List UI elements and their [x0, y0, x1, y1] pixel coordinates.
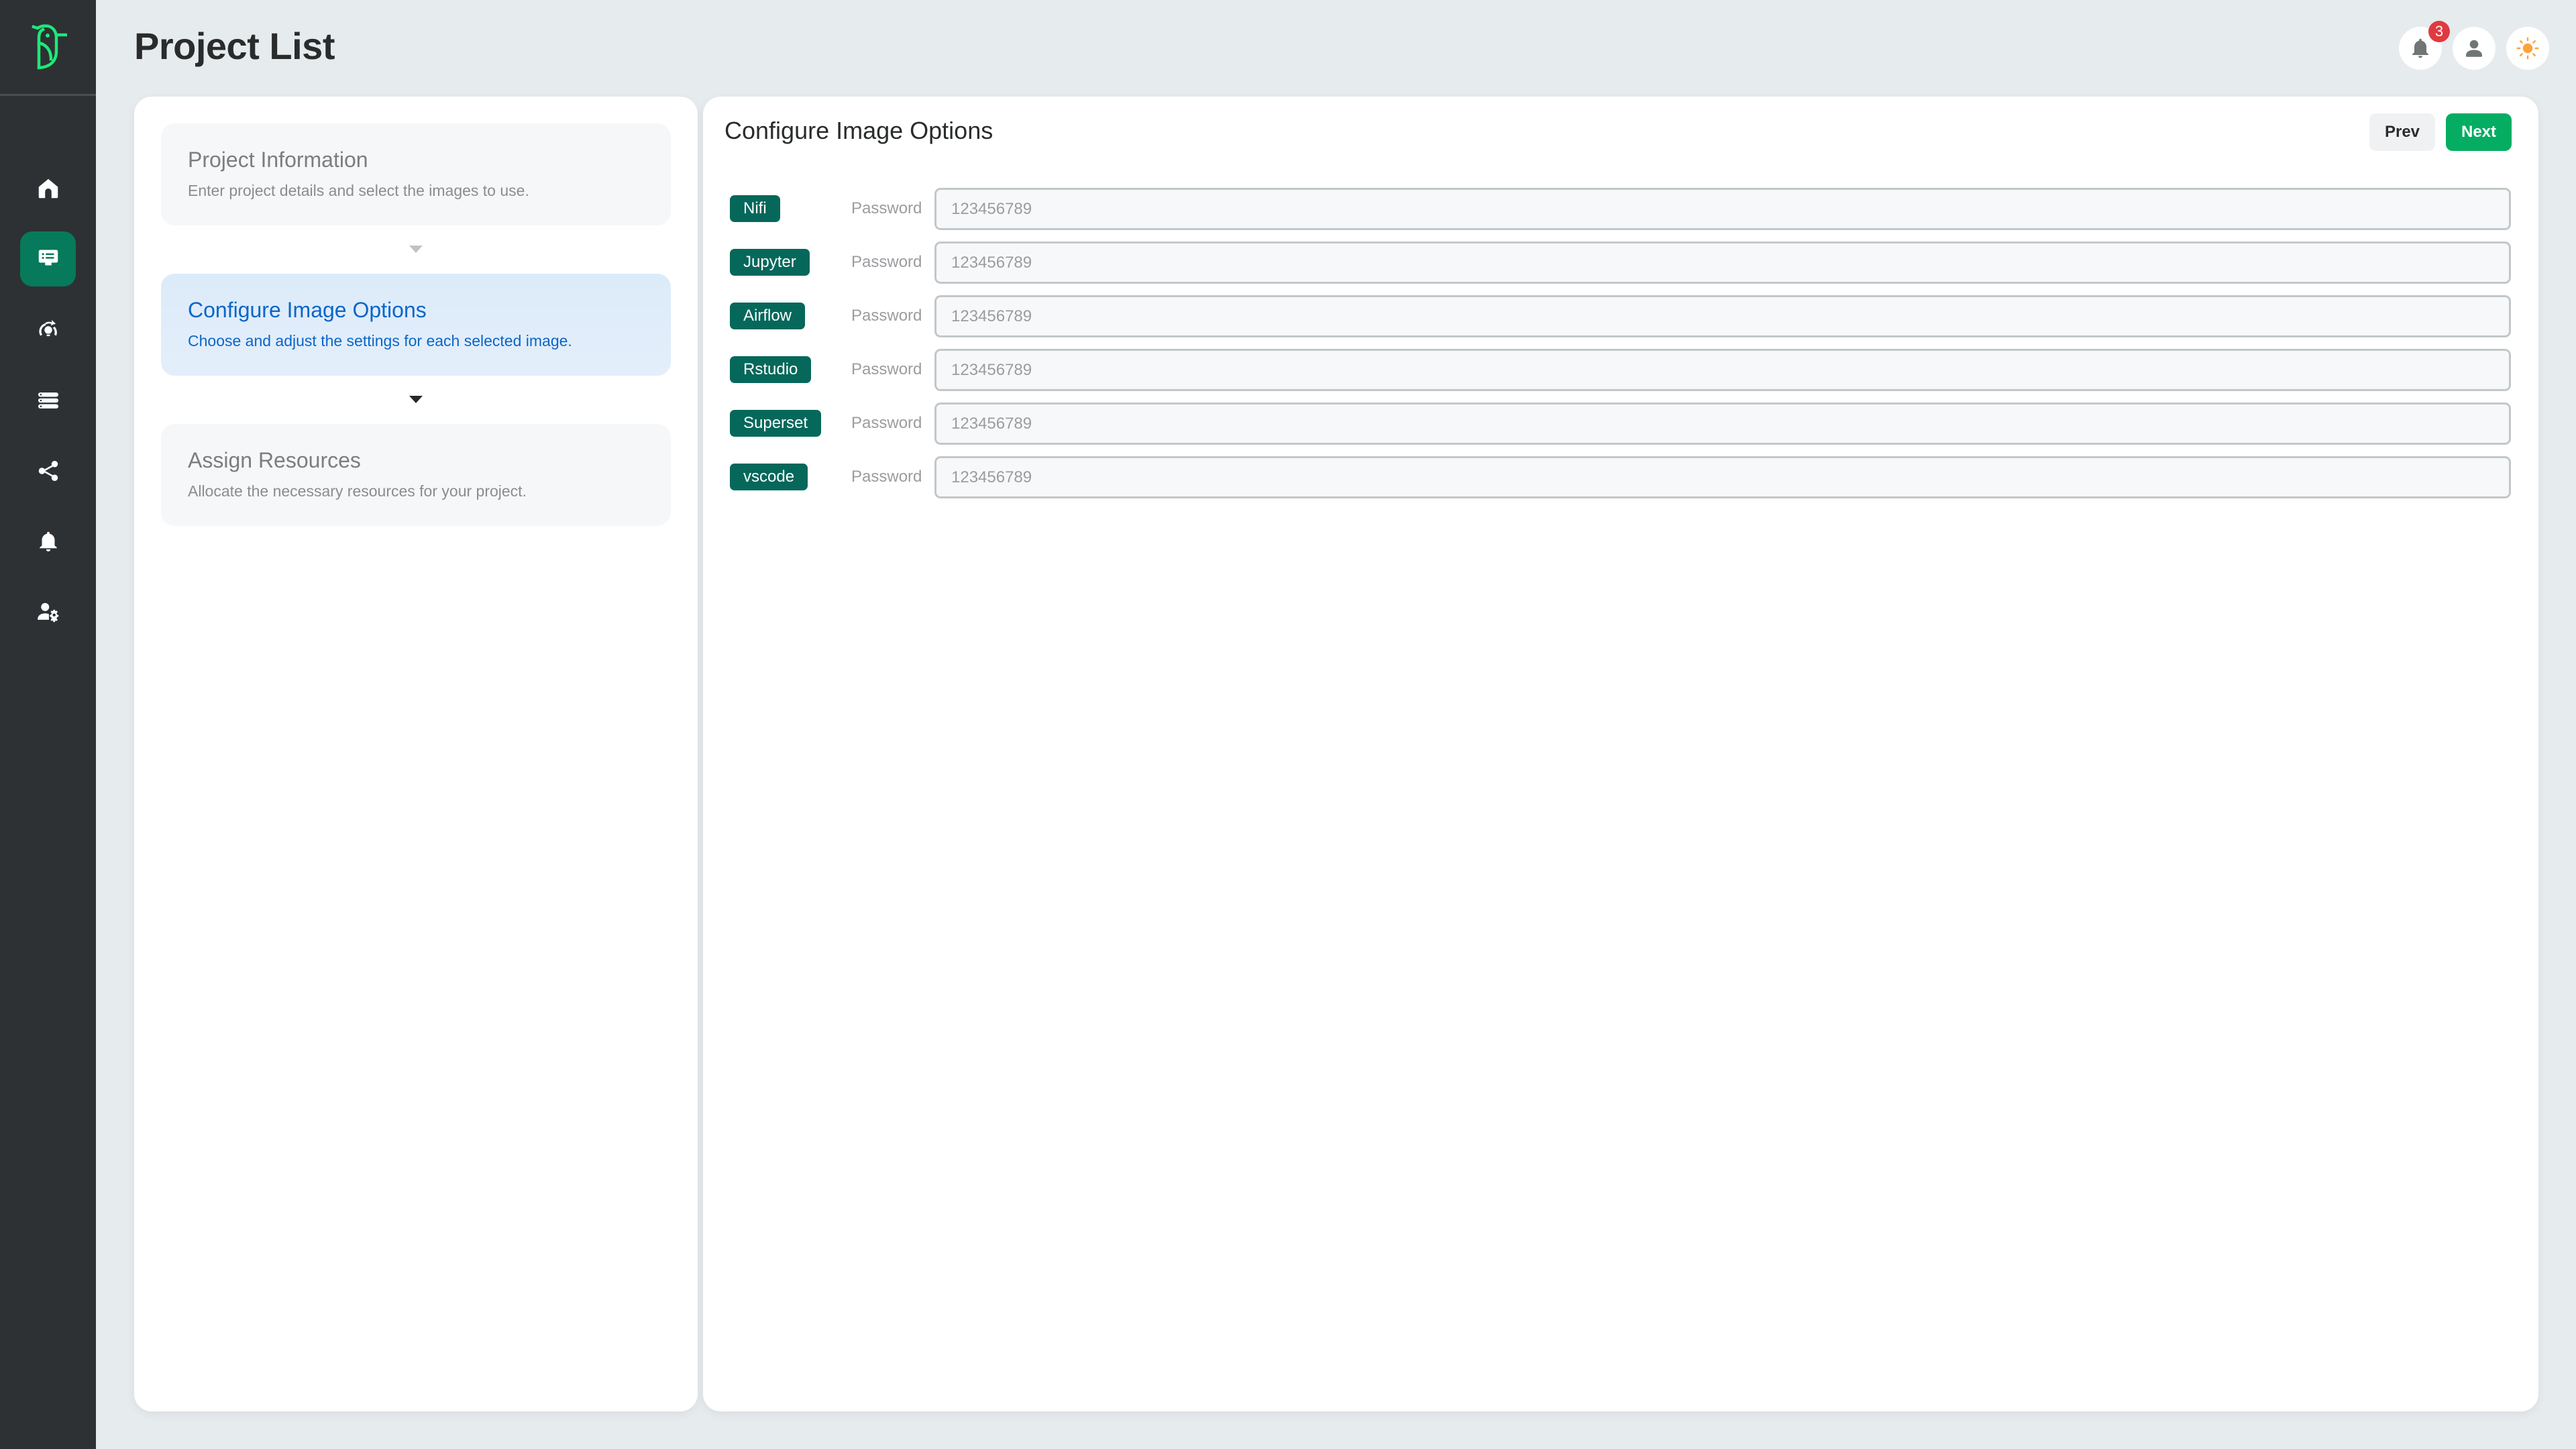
- sidebar-item-notifications[interactable]: [20, 514, 76, 569]
- step-configure-image-options[interactable]: Configure Image Options Choose and adjus…: [161, 274, 671, 376]
- project-list-icon: [38, 250, 58, 266]
- notification-count-badge: 3: [2428, 21, 2450, 42]
- password-input[interactable]: [934, 456, 2511, 498]
- image-tag: Rstudio: [730, 356, 812, 383]
- step-arrow-down-icon: [409, 396, 423, 403]
- sidebar-item-share[interactable]: [20, 443, 76, 498]
- image-option-row: Jupyter Password: [730, 241, 2511, 284]
- password-label: Password: [851, 414, 922, 432]
- sidebar-item-user-settings[interactable]: [20, 584, 76, 639]
- bell-icon: [39, 531, 57, 552]
- prev-button[interactable]: Prev: [2369, 113, 2435, 151]
- page-title: Project List: [134, 25, 335, 67]
- sidebar-item-innovation[interactable]: [20, 302, 76, 357]
- password-input[interactable]: [934, 349, 2511, 391]
- image-tag: Airflow: [730, 303, 806, 329]
- logo-area: [0, 0, 96, 96]
- image-tag: Superset: [730, 410, 822, 437]
- sidebar-item-projects[interactable]: [20, 231, 76, 286]
- password-input[interactable]: [934, 402, 2511, 445]
- step-assign-resources[interactable]: Assign Resources Allocate the necessary …: [161, 424, 671, 526]
- user-profile-button[interactable]: [2453, 27, 2496, 70]
- step-description: Choose and adjust the settings for each …: [188, 332, 572, 350]
- sidebar: [0, 0, 96, 1449]
- sun-icon: [2516, 37, 2539, 60]
- configure-panel: Configure Image Options Prev Next Nifi P…: [703, 97, 2538, 1411]
- step-title: Project Information: [188, 148, 368, 172]
- step-description: Enter project details and select the ima…: [188, 182, 529, 199]
- user-icon: [2466, 40, 2482, 57]
- step-project-information[interactable]: Project Information Enter project detail…: [161, 123, 671, 225]
- image-option-row: Airflow Password: [730, 295, 2511, 337]
- image-tag: Jupyter: [730, 249, 810, 276]
- image-tag: Nifi: [730, 195, 780, 222]
- password-label: Password: [851, 199, 922, 217]
- password-label: Password: [851, 360, 922, 378]
- password-input[interactable]: [934, 241, 2511, 284]
- sidebar-item-home[interactable]: [20, 161, 76, 216]
- share-icon: [38, 460, 58, 482]
- step-title: Configure Image Options: [188, 298, 427, 322]
- password-label: Password: [851, 253, 922, 271]
- password-input[interactable]: [934, 188, 2511, 230]
- password-label: Password: [851, 468, 922, 486]
- sidebar-item-servers[interactable]: [20, 373, 76, 428]
- section-title: Configure Image Options: [724, 117, 994, 144]
- image-option-row: Superset Password: [730, 402, 2511, 445]
- next-button[interactable]: Next: [2446, 113, 2512, 151]
- step-description: Allocate the necessary resources for you…: [188, 482, 527, 500]
- step-title: Assign Resources: [188, 448, 361, 472]
- image-option-row: Rstudio Password: [730, 349, 2511, 391]
- bird-logo-icon[interactable]: [31, 24, 67, 70]
- image-option-row: vscode Password: [730, 456, 2511, 498]
- steps-panel: Project Information Enter project detail…: [134, 97, 698, 1411]
- lightbulb-refresh-icon: [38, 319, 57, 337]
- step-arrow-down-icon: [409, 246, 423, 253]
- image-tag: vscode: [730, 464, 808, 490]
- image-option-row: Nifi Password: [730, 188, 2511, 230]
- theme-toggle-button[interactable]: [2506, 27, 2549, 70]
- password-label: Password: [851, 307, 922, 325]
- bell-icon: [2412, 38, 2428, 58]
- home-icon: [38, 178, 58, 199]
- server-stack-icon: [38, 392, 58, 409]
- user-gear-icon: [37, 602, 58, 623]
- password-input[interactable]: [934, 295, 2511, 337]
